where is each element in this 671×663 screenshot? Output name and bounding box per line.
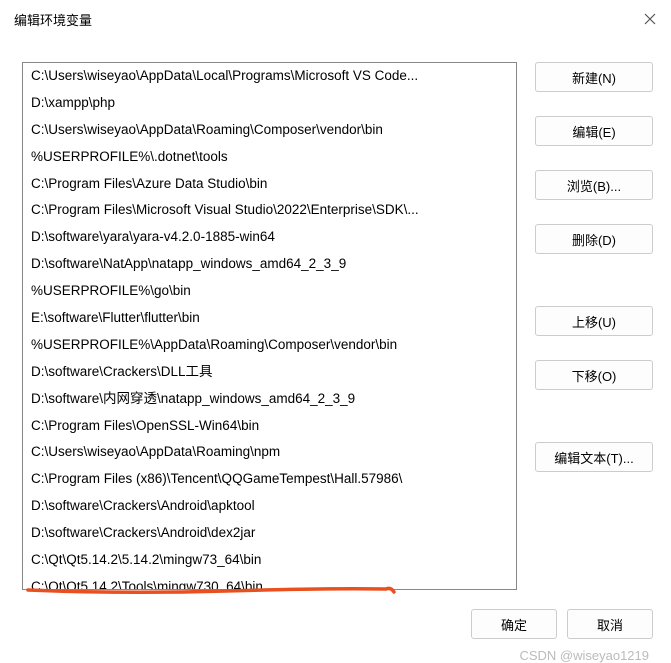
edit-button[interactable]: 编辑(E) <box>535 116 653 146</box>
list-item[interactable]: C:\Program Files\Azure Data Studio\bin <box>23 171 516 198</box>
new-button[interactable]: 新建(N) <box>535 62 653 92</box>
window-title: 编辑环境变量 <box>14 10 92 29</box>
move-down-button[interactable]: 下移(O) <box>535 360 653 390</box>
list-item[interactable]: %USERPROFILE%\AppData\Roaming\Composer\v… <box>23 332 516 359</box>
list-item[interactable]: C:\Program Files\OpenSSL-Win64\bin <box>23 413 516 440</box>
list-item[interactable]: D:\software\内网穿透\natapp_windows_amd64_2_… <box>23 386 516 413</box>
list-item[interactable]: C:\Qt\Qt5.14.2\5.14.2\mingw73_64\bin <box>23 547 516 574</box>
cancel-button[interactable]: 取消 <box>567 609 653 639</box>
delete-button[interactable]: 删除(D) <box>535 224 653 254</box>
list-item[interactable]: %USERPROFILE%\go\bin <box>23 278 516 305</box>
list-item[interactable]: C:\Users\wiseyao\AppData\Roaming\Compose… <box>23 117 516 144</box>
list-item[interactable]: C:\Users\wiseyao\AppData\Local\Programs\… <box>23 63 516 90</box>
list-item[interactable]: C:\Users\wiseyao\AppData\Roaming\npm <box>23 439 516 466</box>
close-icon[interactable] <box>643 12 657 26</box>
watermark-text: CSDN @wiseyao1219 <box>519 648 649 663</box>
list-item[interactable]: C:\Program Files\Microsoft Visual Studio… <box>23 197 516 224</box>
list-item[interactable]: D:\xampp\php <box>23 90 516 117</box>
list-item[interactable]: D:\software\yara\yara-v4.2.0-1885-win64 <box>23 224 516 251</box>
list-item[interactable]: D:\software\NatApp\natapp_windows_amd64_… <box>23 251 516 278</box>
list-item[interactable]: D:\software\Crackers\DLL工具 <box>23 359 516 386</box>
list-item[interactable]: D:\software\Crackers\Android\dex2jar <box>23 520 516 547</box>
titlebar: 编辑环境变量 <box>0 0 671 34</box>
button-column: 新建(N) 编辑(E) 浏览(B)... 删除(D) 上移(U) 下移(O) 编… <box>535 62 653 593</box>
move-up-button[interactable]: 上移(U) <box>535 306 653 336</box>
list-item[interactable]: %USERPROFILE%\.dotnet\tools <box>23 144 516 171</box>
browse-button[interactable]: 浏览(B)... <box>535 170 653 200</box>
ok-button[interactable]: 确定 <box>471 609 557 639</box>
list-item[interactable]: C:\Program Files (x86)\Tencent\QQGameTem… <box>23 466 516 493</box>
list-item[interactable]: D:\software\Crackers\Android\apktool <box>23 493 516 520</box>
list-item[interactable]: C:\Qt\Qt5.14.2\Tools\mingw730_64\bin <box>23 574 516 590</box>
list-item[interactable]: E:\software\Flutter\flutter\bin <box>23 305 516 332</box>
dialog-content: C:\Users\wiseyao\AppData\Local\Programs\… <box>0 34 671 593</box>
dialog-footer: 确定 取消 <box>471 609 653 639</box>
path-listbox[interactable]: C:\Users\wiseyao\AppData\Local\Programs\… <box>22 62 517 590</box>
edit-text-button[interactable]: 编辑文本(T)... <box>535 442 653 472</box>
